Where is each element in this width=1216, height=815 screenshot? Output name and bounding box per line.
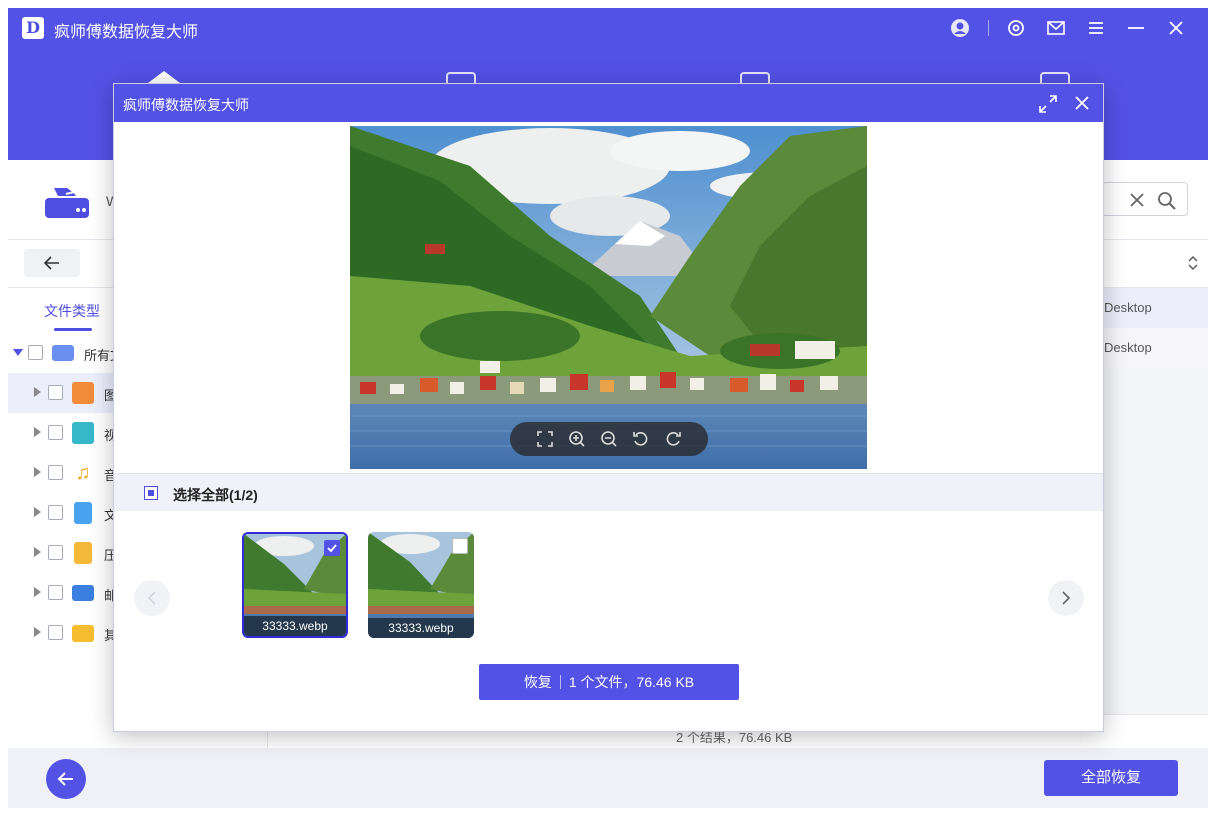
recover-all-button[interactable]: 全部恢复: [1044, 760, 1178, 796]
expand-icon[interactable]: [34, 507, 41, 517]
list-item[interactable]: Desktop: [1104, 288, 1208, 328]
active-step-indicator: [148, 71, 180, 83]
menu-icon[interactable]: [1084, 16, 1108, 40]
item-checkbox[interactable]: [48, 505, 63, 520]
app-title: 疯师傅数据恢复大师: [54, 24, 199, 41]
expand-icon[interactable]: [13, 349, 23, 356]
expand-icon[interactable]: [34, 547, 41, 557]
prev-button[interactable]: [134, 580, 170, 616]
document-icon: [74, 502, 92, 524]
account-icon[interactable]: [948, 16, 972, 40]
rotate-left-icon[interactable]: [632, 430, 650, 448]
item-checkbox[interactable]: [48, 425, 63, 440]
home-back-button[interactable]: [46, 759, 86, 799]
preview-dialog: 疯师傅数据恢复大师 选择全部(1/2) 33333.webp 33333.web…: [113, 83, 1104, 732]
search-icon[interactable]: [1157, 191, 1177, 211]
zoom-out-icon[interactable]: [600, 430, 618, 448]
close-icon[interactable]: [1075, 96, 1089, 110]
image-icon: [72, 382, 94, 404]
list-item[interactable]: Desktop: [1104, 328, 1208, 368]
dialog-title: 疯师傅数据恢复大师: [123, 97, 249, 113]
arrow-left-icon: [44, 256, 59, 270]
expand-icon[interactable]: [34, 427, 41, 437]
chevron-left-icon: [147, 591, 156, 605]
music-icon: ♫: [75, 462, 91, 484]
app-logo: D: [22, 17, 44, 39]
minimize-icon[interactable]: [1124, 16, 1148, 40]
root-checkbox[interactable]: [28, 345, 43, 360]
recover-label: 恢复: [523, 674, 552, 690]
archive-icon: [74, 542, 92, 564]
app-window: D 疯师傅数据恢复大师 W: [8, 8, 1208, 808]
expand-icon[interactable]: [34, 627, 41, 637]
tab-file-type[interactable]: 文件类型: [44, 301, 100, 321]
dialog-header: 疯师傅数据恢复大师: [114, 84, 1103, 122]
item-checkbox[interactable]: [48, 385, 63, 400]
mail-icon: [72, 585, 94, 601]
button-divider: [559, 675, 561, 689]
zoom-in-icon[interactable]: [568, 430, 586, 448]
drive-icon: [44, 184, 90, 225]
thumbnail-name: 33333.webp: [244, 616, 346, 636]
recover-info: 1 个文件，76.46 KB: [568, 674, 695, 690]
tab-underline: [54, 328, 92, 331]
footer-bar: [8, 748, 1208, 808]
recover-button[interactable]: 恢复 1 个文件，76.46 KB: [479, 664, 739, 700]
expand-icon[interactable]: [34, 587, 41, 597]
search-input[interactable]: [1102, 182, 1188, 216]
next-button[interactable]: [1048, 580, 1084, 616]
chevron-right-icon: [1062, 591, 1071, 605]
rotate-right-icon[interactable]: [664, 430, 682, 448]
item-checkbox[interactable]: [48, 585, 63, 600]
thumbnail-item[interactable]: 33333.webp: [368, 532, 474, 638]
item-checkbox[interactable]: [48, 625, 63, 640]
sort-icon[interactable]: [1188, 256, 1198, 271]
select-all-row: 选择全部(1/2): [114, 473, 1103, 511]
drive-icon: [52, 345, 74, 361]
image-preview: [350, 126, 867, 469]
expand-icon[interactable]: [34, 387, 41, 397]
divider: [988, 20, 989, 36]
folder-icon: [72, 625, 94, 642]
thumbnail-checkbox[interactable]: [324, 540, 340, 556]
thumbnail-checkbox[interactable]: [452, 538, 468, 554]
close-icon[interactable]: [1164, 16, 1188, 40]
item-checkbox[interactable]: [48, 465, 63, 480]
thumbnail-name: 33333.webp: [368, 618, 474, 638]
expand-icon[interactable]: [1039, 95, 1057, 113]
landscape-image: [350, 126, 867, 469]
thumbnail-item[interactable]: 33333.webp: [242, 532, 348, 638]
settings-icon[interactable]: [1004, 16, 1028, 40]
file-path: Desktop: [1104, 300, 1152, 315]
mail-icon[interactable]: [1044, 16, 1068, 40]
video-icon: [72, 422, 94, 444]
expand-icon[interactable]: [34, 467, 41, 477]
select-all-label[interactable]: 选择全部(1/2): [173, 485, 258, 505]
back-button[interactable]: [24, 249, 80, 277]
select-all-checkbox[interactable]: [144, 486, 158, 500]
arrow-left-icon: [57, 772, 73, 786]
zoom-toolbar: [510, 422, 708, 456]
item-checkbox[interactable]: [48, 545, 63, 560]
fit-icon[interactable]: [536, 430, 554, 448]
clear-icon[interactable]: [1129, 192, 1145, 208]
file-path: Desktop: [1104, 340, 1152, 355]
